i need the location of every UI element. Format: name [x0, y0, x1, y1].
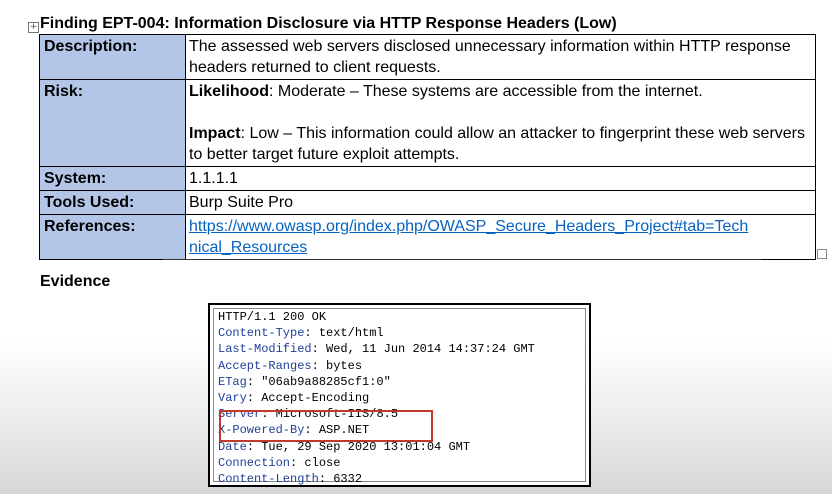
risk-label: Risk:	[39, 79, 186, 167]
http-header-value: : bytes	[311, 358, 363, 373]
http-response-panel: HTTP/1.1 200 OK Content-Type: text/html L…	[213, 308, 586, 486]
http-header-line: Accept-Ranges: bytes	[218, 358, 581, 374]
system-label: System:	[39, 166, 186, 191]
evidence-screenshot: HTTP/1.1 200 OK Content-Type: text/html L…	[208, 303, 591, 487]
http-header-list: Content-Type: text/html Last-Modified: We…	[218, 325, 581, 487]
http-header-name: Last-Modified	[218, 342, 312, 357]
risk-value: Likelihood: Moderate – These systems are…	[185, 79, 816, 167]
http-header-value: : "06ab9a88285cf1:0"	[246, 374, 391, 389]
http-header-value: : Wed, 11 Jun 2014 14:37:24 GMT	[311, 342, 535, 357]
http-header-value: : Microsoft-IIS/8.5	[261, 407, 399, 422]
http-header-name: Accept-Ranges	[218, 358, 312, 373]
http-header-value: : ASP.NET	[304, 423, 370, 438]
http-header-value: : close	[290, 455, 341, 470]
impact-text: : Low – This information could allow an …	[189, 125, 806, 163]
reference-url-line-2: nical_Resources	[189, 239, 308, 256]
http-header-name: Content-Length	[218, 472, 319, 487]
http-header-name: Content-Type	[218, 326, 305, 341]
http-header-line: Server: Microsoft-IIS/8.5	[218, 406, 581, 422]
http-header-line: Content-Type: text/html	[218, 325, 581, 341]
owasp-reference-link[interactable]: https://www.owasp.org/index.php/OWASP_Se…	[189, 218, 748, 256]
http-header-line: Vary: Accept-Encoding	[218, 390, 581, 406]
likelihood-label: Likelihood	[189, 83, 269, 100]
http-header-line: ETag: "06ab9a88285cf1:0"	[218, 374, 581, 390]
http-header-line: Last-Modified: Wed, 11 Jun 2014 14:37:24…	[218, 341, 581, 357]
system-value: 1.1.1.1	[185, 166, 816, 191]
impact-label: Impact	[189, 125, 241, 142]
finding-title: Finding EPT-004: Information Disclosure …	[40, 15, 617, 32]
http-header-value: : Tue, 29 Sep 2020 13:01:04 GMT	[246, 439, 471, 454]
section-divider	[163, 259, 761, 260]
http-header-value: : Accept-Encoding	[246, 391, 370, 406]
http-header-line: Connection: close	[218, 455, 581, 471]
likelihood-paragraph: Likelihood: Moderate – These systems are…	[189, 81, 812, 102]
references-label: References:	[39, 214, 186, 260]
table-row-tools: Tools Used: Burp Suite Pro	[39, 190, 816, 215]
table-row-description: Description: The assessed web servers di…	[39, 34, 816, 80]
impact-paragraph: Impact: Low – This information could all…	[189, 123, 812, 165]
http-header-name: ETag	[218, 374, 247, 389]
table-row-system: System: 1.1.1.1	[39, 166, 816, 191]
http-header-value: : 6332	[318, 472, 363, 487]
finding-table: Description: The assessed web servers di…	[39, 34, 816, 260]
tools-value: Burp Suite Pro	[185, 190, 816, 215]
http-header-value: : text/html	[304, 326, 384, 341]
evidence-heading: Evidence	[40, 273, 111, 290]
description-value: The assessed web servers disclosed unnec…	[185, 34, 816, 80]
http-header-name: X-Powered-By	[218, 423, 305, 438]
table-move-handle-icon[interactable]: +	[28, 22, 39, 33]
http-status-line: HTTP/1.1 200 OK	[218, 310, 327, 324]
http-header-line: X-Powered-By: ASP.NET	[218, 422, 581, 438]
http-header-name: Server	[218, 407, 262, 422]
likelihood-text: : Moderate – These systems are accessibl…	[269, 83, 703, 100]
table-row-risk: Risk: Likelihood: Moderate – These syste…	[39, 79, 816, 167]
reference-url-line-1: https://www.owasp.org/index.php/OWASP_Se…	[189, 218, 749, 235]
http-header-line: Date: Tue, 29 Sep 2020 13:01:04 GMT	[218, 439, 581, 455]
http-header-line: Content-Length: 6332	[218, 471, 581, 487]
table-resize-handle[interactable]	[817, 249, 827, 259]
http-header-name: Connection	[218, 455, 291, 470]
references-value: https://www.owasp.org/index.php/OWASP_Se…	[185, 214, 816, 260]
tools-label: Tools Used:	[39, 190, 186, 215]
http-header-name: Date	[218, 439, 247, 454]
http-header-name: Vary	[218, 391, 247, 406]
table-row-references: References: https://www.owasp.org/index.…	[39, 214, 816, 260]
description-label: Description:	[39, 34, 186, 80]
